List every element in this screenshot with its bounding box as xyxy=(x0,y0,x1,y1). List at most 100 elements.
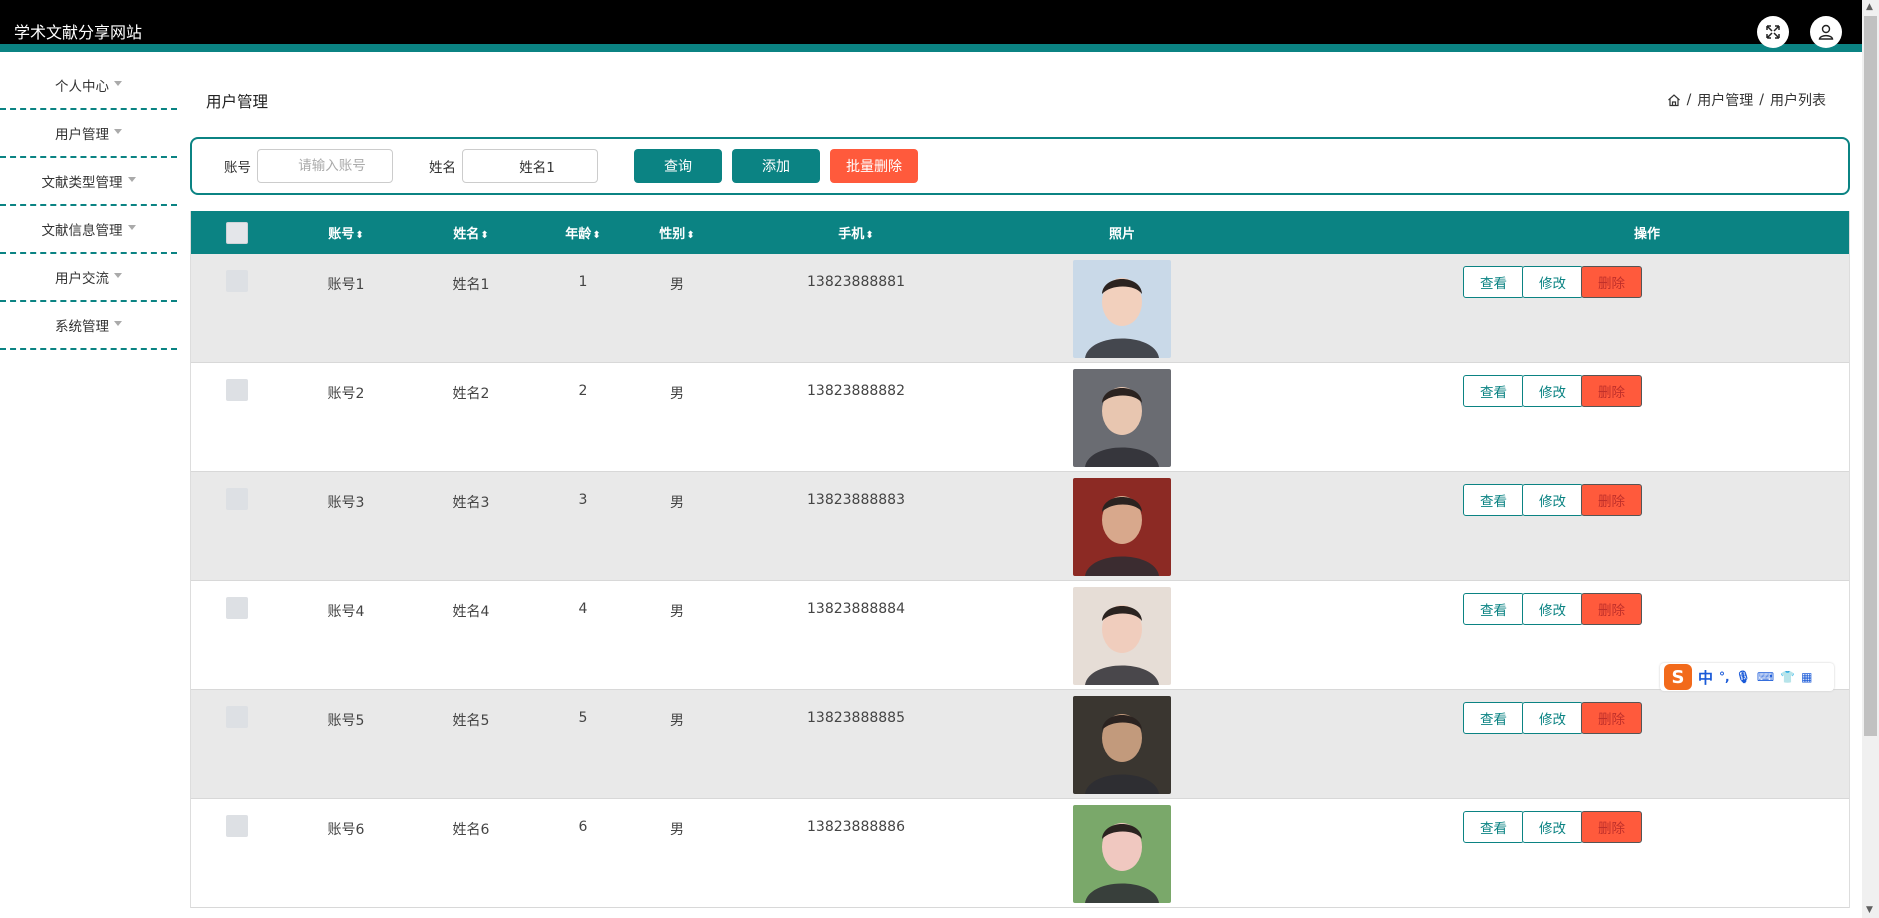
row-checkbox[interactable] xyxy=(226,488,248,510)
view-button[interactable]: 查看 xyxy=(1463,811,1524,843)
chevron-down-icon xyxy=(127,224,136,230)
cell-name: 姓名5 xyxy=(452,713,490,729)
cell-name: 姓名3 xyxy=(452,495,490,511)
col-label: 账号 xyxy=(328,227,355,242)
table-row: 账号4 姓名4 4 男 13823888884 查看 修改 删除 xyxy=(191,581,1849,690)
fullscreen-button[interactable] xyxy=(1757,16,1789,48)
account-label: 账号 xyxy=(224,160,251,176)
breadcrumb-item: 用户列表 xyxy=(1770,93,1826,109)
delete-button[interactable]: 删除 xyxy=(1581,266,1642,298)
scrollbar-thumb[interactable] xyxy=(1864,16,1877,736)
scroll-down-icon[interactable]: ▼ xyxy=(1866,905,1873,915)
col-label: 姓名 xyxy=(453,227,480,242)
ime-mode-label[interactable]: 中 xyxy=(1698,667,1713,688)
breadcrumb-separator: / xyxy=(1759,92,1764,108)
sidebar-item-doc-types[interactable]: 文献类型管理 xyxy=(0,158,177,206)
col-name[interactable]: 姓名⬍ xyxy=(436,223,506,242)
user-photo[interactable] xyxy=(1073,805,1171,903)
col-gender[interactable]: 性别⬍ xyxy=(642,223,712,242)
view-button[interactable]: 查看 xyxy=(1463,484,1524,516)
select-all-checkbox[interactable] xyxy=(226,222,248,244)
table-row: 账号1 姓名1 1 男 13823888881 查看 修改 删除 xyxy=(191,254,1849,363)
cell-gender: 男 xyxy=(670,495,684,511)
cell-age: 5 xyxy=(578,710,588,726)
home-icon[interactable] xyxy=(1667,93,1681,107)
cell-phone: 13823888886 xyxy=(807,819,905,835)
delete-button[interactable]: 删除 xyxy=(1581,484,1642,516)
cell-account: 账号1 xyxy=(327,277,365,293)
punctuation-icon[interactable]: °, xyxy=(1719,670,1730,684)
sidebar-item-user-chat[interactable]: 用户交流 xyxy=(0,254,177,302)
cell-gender: 男 xyxy=(670,604,684,620)
page-title: 用户管理 xyxy=(206,93,269,111)
sidebar-item-label: 文献类型管理 xyxy=(41,175,123,191)
cell-phone: 13823888885 xyxy=(807,710,905,726)
delete-button[interactable]: 删除 xyxy=(1581,593,1642,625)
breadcrumb-item[interactable]: 用户管理 xyxy=(1697,90,1753,110)
col-photo: 照片 xyxy=(1108,227,1135,242)
add-button[interactable]: 添加 xyxy=(732,149,820,183)
view-button[interactable]: 查看 xyxy=(1463,593,1524,625)
edit-button[interactable]: 修改 xyxy=(1522,375,1583,407)
account-input[interactable] xyxy=(257,149,393,183)
skin-icon[interactable]: 👕 xyxy=(1780,670,1795,684)
col-label: 性别 xyxy=(659,227,686,242)
user-photo[interactable] xyxy=(1073,260,1171,358)
row-checkbox[interactable] xyxy=(226,379,248,401)
sidebar-item-system[interactable]: 系统管理 xyxy=(0,302,177,350)
table-body: 账号1 姓名1 1 男 13823888881 查看 修改 删除 账号2 姓名2 2 男 1382388… xyxy=(191,254,1849,908)
sort-icon: ⬍ xyxy=(592,230,601,241)
user-menu-button[interactable] xyxy=(1810,16,1842,48)
name-input[interactable] xyxy=(462,149,598,183)
view-button[interactable]: 查看 xyxy=(1463,375,1524,407)
toolbox-icon[interactable]: ▦ xyxy=(1801,670,1812,684)
row-checkbox[interactable] xyxy=(226,706,248,728)
main-content: 用户管理 / 用户管理 / 用户列表 账号 姓名 查询 添加 批量删除 账号⬍ … xyxy=(190,62,1850,908)
table-row: 账号5 姓名5 5 男 13823888885 查看 修改 删除 xyxy=(191,690,1849,799)
sort-icon: ⬍ xyxy=(865,230,874,241)
batch-delete-button[interactable]: 批量删除 xyxy=(830,149,918,183)
sidebar-item-users[interactable]: 用户管理 xyxy=(0,110,177,158)
user-photo[interactable] xyxy=(1073,369,1171,467)
delete-button[interactable]: 删除 xyxy=(1581,375,1642,407)
sidebar: 个人中心 用户管理 文献类型管理 文献信息管理 用户交流 系统管理 xyxy=(0,62,177,350)
keyboard-icon[interactable]: ⌨ xyxy=(1757,670,1774,684)
cell-age: 1 xyxy=(578,274,588,290)
edit-button[interactable]: 修改 xyxy=(1522,593,1583,625)
microphone-icon[interactable]: 🎙 xyxy=(1736,670,1751,684)
user-photo[interactable] xyxy=(1073,696,1171,794)
user-photo[interactable] xyxy=(1073,478,1171,576)
delete-button[interactable]: 删除 xyxy=(1581,702,1642,734)
sidebar-item-label: 个人中心 xyxy=(55,79,109,95)
view-button[interactable]: 查看 xyxy=(1463,702,1524,734)
scroll-up-icon[interactable]: ▲ xyxy=(1866,2,1873,12)
table-header: 账号⬍ 姓名⬍ 年龄⬍ 性别⬍ 手机⬍ 照片 操作 xyxy=(191,211,1849,254)
row-checkbox[interactable] xyxy=(226,815,248,837)
page-header: 用户管理 / 用户管理 / 用户列表 xyxy=(190,62,1850,137)
cell-account: 账号6 xyxy=(327,822,365,838)
top-header: 学术文献分享网站 xyxy=(0,0,1862,52)
query-button[interactable]: 查询 xyxy=(634,149,722,183)
cell-age: 3 xyxy=(578,492,588,508)
col-actions: 操作 xyxy=(1633,227,1660,242)
row-checkbox[interactable] xyxy=(226,270,248,292)
edit-button[interactable]: 修改 xyxy=(1522,266,1583,298)
sidebar-item-personal[interactable]: 个人中心 xyxy=(0,62,177,110)
avatar-image xyxy=(1073,260,1171,358)
col-account[interactable]: 账号⬍ xyxy=(311,223,381,242)
col-age[interactable]: 年龄⬍ xyxy=(548,223,618,242)
user-photo[interactable] xyxy=(1073,587,1171,685)
ime-toolbar[interactable]: S 中 °, 🎙 ⌨ 👕 ▦ xyxy=(1660,663,1834,691)
row-checkbox[interactable] xyxy=(226,597,248,619)
cell-age: 6 xyxy=(578,819,588,835)
chevron-down-icon xyxy=(127,176,136,182)
col-phone[interactable]: 手机⬍ xyxy=(806,223,906,242)
sidebar-item-doc-info[interactable]: 文献信息管理 xyxy=(0,206,177,254)
sogou-logo: S xyxy=(1664,664,1692,690)
edit-button[interactable]: 修改 xyxy=(1522,484,1583,516)
breadcrumb-separator: / xyxy=(1686,92,1692,108)
edit-button[interactable]: 修改 xyxy=(1522,811,1583,843)
view-button[interactable]: 查看 xyxy=(1463,266,1524,298)
edit-button[interactable]: 修改 xyxy=(1522,702,1583,734)
delete-button[interactable]: 删除 xyxy=(1581,811,1642,843)
